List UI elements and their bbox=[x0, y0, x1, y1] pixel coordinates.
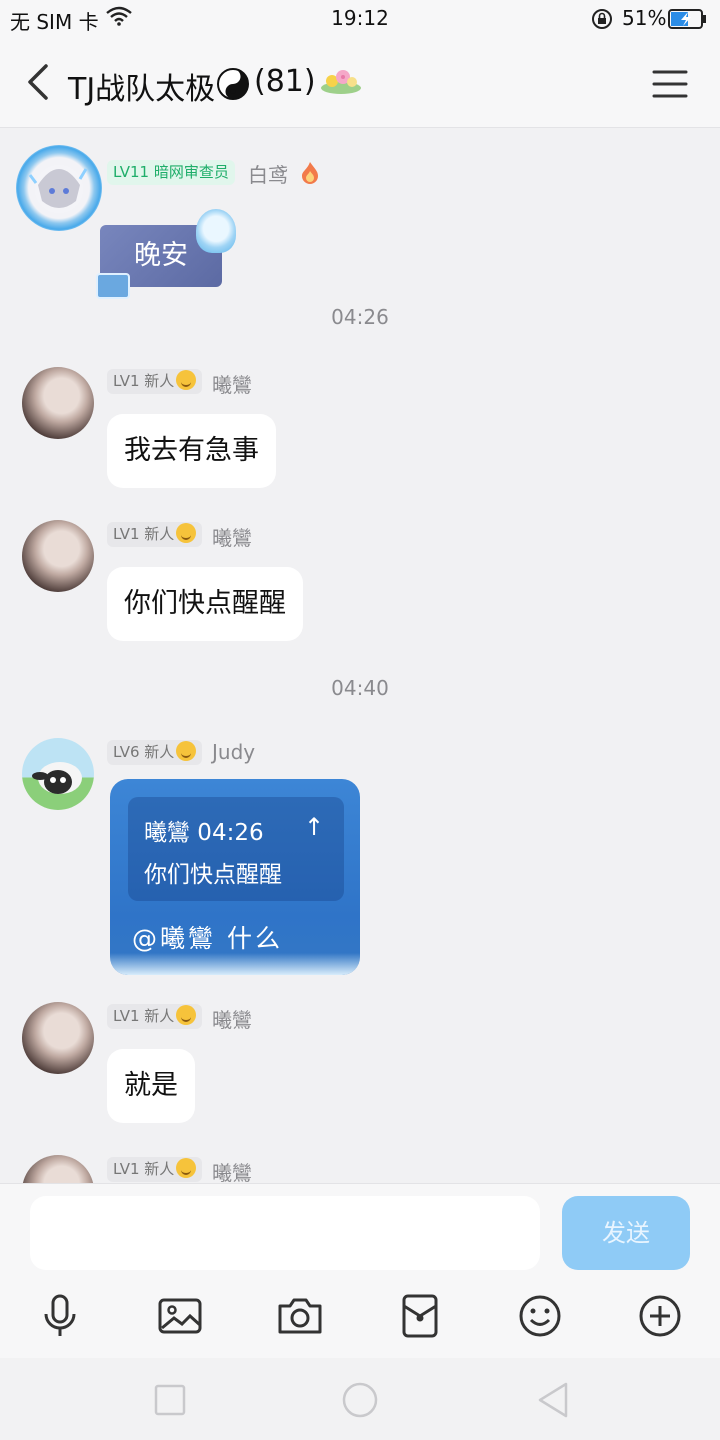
red-packet-icon[interactable] bbox=[396, 1292, 444, 1340]
rotation-lock-icon bbox=[590, 7, 614, 36]
avatar[interactable] bbox=[22, 1002, 94, 1074]
timestamp: 04:26 bbox=[331, 305, 389, 329]
level-badge: LV1 新人 bbox=[107, 1004, 203, 1029]
smile-emoji-icon bbox=[176, 741, 197, 761]
quote-reply-bubble[interactable]: 曦鸞 04:26 ↑ 你们快点醒醒 @曦鸞 什么 bbox=[110, 779, 360, 975]
image-icon[interactable] bbox=[156, 1292, 204, 1340]
message-list[interactable]: LV11 暗网审查员 白鸢 晚安 04:26 LV1 新人 曦鸞 我去有急事 L… bbox=[0, 129, 720, 1183]
quoted-message[interactable]: 曦鸞 04:26 ↑ 你们快点醒醒 bbox=[128, 797, 344, 901]
battery-percent: 51% bbox=[622, 6, 667, 30]
reply-text: @曦鸞 什么 bbox=[132, 924, 283, 953]
microphone-icon[interactable] bbox=[36, 1292, 84, 1340]
message-bubble[interactable]: 你们快点醒醒 bbox=[107, 567, 303, 641]
avatar[interactable] bbox=[22, 738, 94, 810]
back-arrow-icon[interactable] bbox=[20, 60, 60, 104]
system-nav-bar bbox=[0, 1358, 720, 1440]
yinyang-icon bbox=[216, 67, 250, 105]
timestamp: 04:40 bbox=[331, 676, 389, 700]
group-title: TJ战队太极 bbox=[68, 72, 216, 107]
sender-name[interactable]: Judy bbox=[212, 740, 255, 764]
recent-apps-icon[interactable] bbox=[150, 1380, 190, 1420]
quoted-text: 你们快点醒醒 bbox=[144, 862, 282, 888]
sender-name[interactable]: 曦鸞 bbox=[212, 1004, 252, 1033]
smile-emoji-icon bbox=[176, 370, 197, 390]
message-bubble[interactable]: 我去有急事 bbox=[107, 414, 276, 488]
level-badge: LV6 新人 bbox=[107, 740, 203, 765]
camera-icon[interactable] bbox=[276, 1292, 324, 1340]
avatar[interactable] bbox=[16, 145, 102, 231]
chat-header: TJ战队太极 (81) bbox=[0, 40, 720, 128]
bubble-wave-decoration bbox=[110, 953, 360, 975]
sender-name[interactable]: 曦鸞 bbox=[212, 369, 252, 398]
menu-icon[interactable] bbox=[648, 64, 692, 104]
message-input[interactable] bbox=[30, 1196, 540, 1270]
smile-emoji-icon bbox=[176, 1158, 197, 1178]
sender-name[interactable]: 白鸢 bbox=[248, 159, 288, 188]
battery-charging-icon bbox=[668, 9, 708, 34]
emoji-icon[interactable] bbox=[516, 1292, 564, 1340]
level-badge: LV1 新人 bbox=[107, 522, 203, 547]
plus-icon[interactable] bbox=[636, 1292, 684, 1340]
smile-emoji-icon bbox=[176, 523, 197, 543]
flower-icon bbox=[318, 68, 364, 100]
home-icon[interactable] bbox=[340, 1380, 380, 1420]
mascot-sticker-icon bbox=[196, 209, 236, 253]
message-bubble[interactable]: 就是 bbox=[107, 1049, 195, 1123]
member-count: (81) bbox=[254, 64, 316, 99]
avatar[interactable] bbox=[22, 367, 94, 439]
sender-name[interactable]: 曦鸞 bbox=[212, 522, 252, 551]
level-badge: LV11 暗网审查员 bbox=[107, 160, 235, 185]
level-badge: LV1 新人 bbox=[107, 1157, 203, 1182]
status-bar: 无 SIM 卡 19:12 51% bbox=[0, 0, 720, 40]
smile-emoji-icon bbox=[176, 1005, 197, 1025]
flame-icon bbox=[300, 161, 320, 189]
back-nav-icon[interactable] bbox=[534, 1380, 574, 1420]
composer-toolbar bbox=[0, 1292, 720, 1340]
level-badge: LV1 新人 bbox=[107, 369, 203, 394]
jump-to-quote-icon[interactable]: ↑ bbox=[304, 813, 324, 841]
send-button[interactable]: 发送 bbox=[562, 1196, 690, 1270]
quoted-author-time: 曦鸞 04:26 bbox=[144, 820, 264, 846]
avatar[interactable] bbox=[22, 520, 94, 592]
level-card-icon bbox=[96, 273, 130, 299]
sender-name[interactable]: 曦鸞 bbox=[212, 1157, 252, 1183]
avatar[interactable] bbox=[22, 1155, 94, 1183]
composer: 发送 bbox=[0, 1183, 720, 1358]
